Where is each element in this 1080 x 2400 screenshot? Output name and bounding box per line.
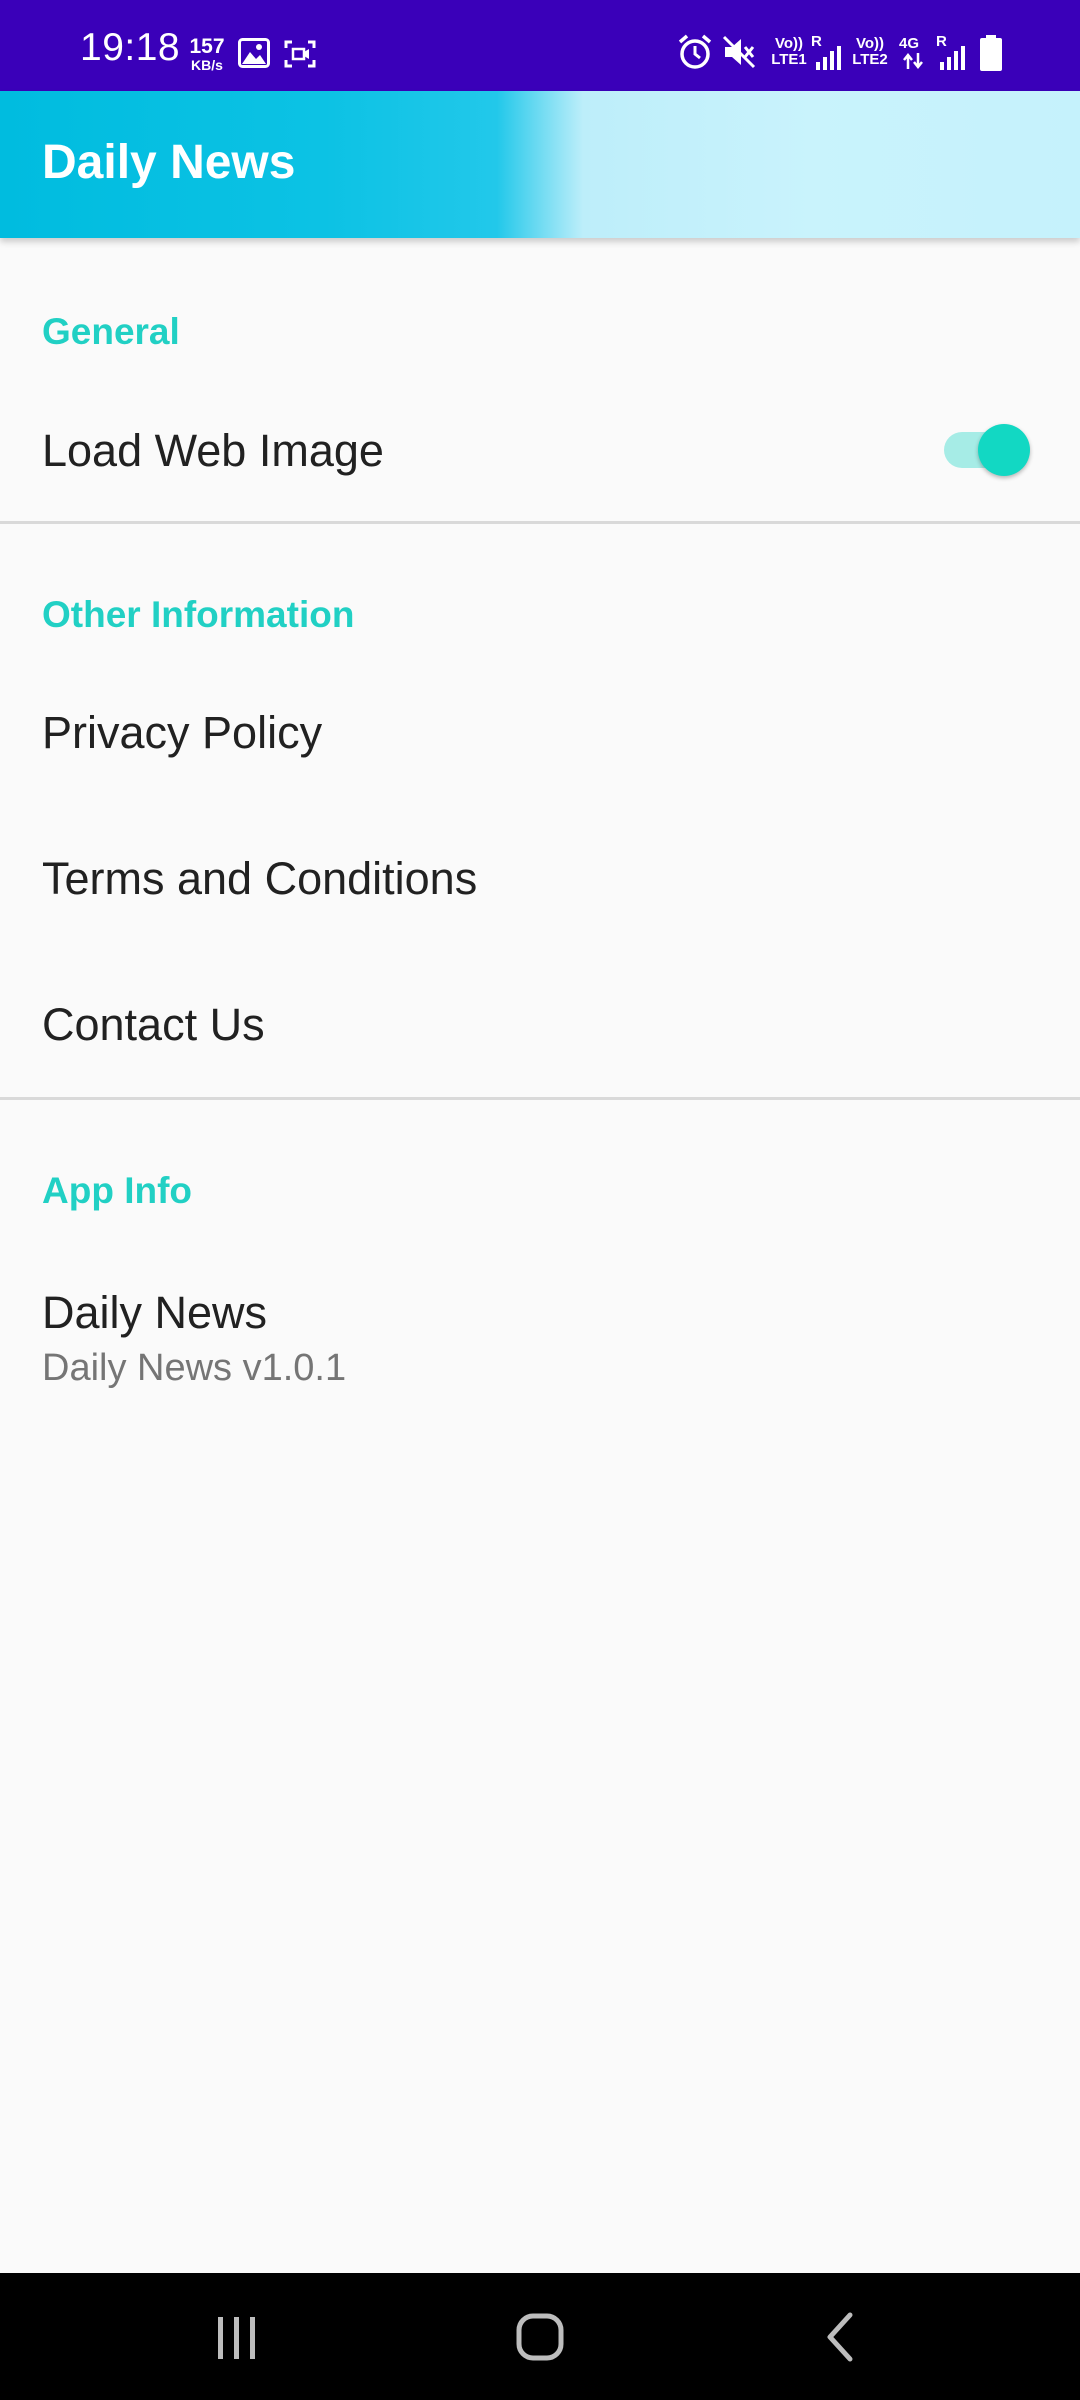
pref-app-version-title: Daily News	[42, 1287, 268, 1338]
section-header-app-info: App Info	[42, 1170, 193, 1211]
network-speed-value: 157	[189, 35, 225, 58]
home-icon[interactable]	[504, 2301, 576, 2373]
status-time: 19:18	[80, 26, 181, 69]
data-activity-icon	[902, 52, 924, 74]
section-header-general: General	[42, 311, 180, 352]
alarm-icon	[678, 34, 712, 75]
pref-contact-us[interactable]: Contact Us	[0, 952, 1080, 1098]
pref-app-version-summary: Daily News v1.0.1	[42, 1347, 347, 1389]
status-bar: 19:18 157 KB/s Vo)) LTE1 R Vo)) LTE2 4G …	[0, 0, 1080, 91]
sim2-network-label: 4G	[899, 35, 920, 52]
network-speed: 157 KB/s	[187, 36, 227, 72]
battery-icon	[980, 35, 1002, 76]
mute-icon	[722, 34, 756, 75]
section-divider	[0, 1097, 1080, 1100]
pref-terms-and-conditions-title: Terms and Conditions	[42, 853, 478, 904]
signal-icon	[940, 46, 966, 75]
section-header-other-information: Other Information	[42, 594, 355, 635]
pref-privacy-policy[interactable]: Privacy Policy	[0, 660, 1080, 806]
pref-app-version[interactable]: Daily News Daily News v1.0.1	[0, 1240, 1080, 1410]
load-web-image-switch[interactable]	[944, 424, 1030, 476]
pref-load-web-image-title: Load Web Image	[42, 425, 384, 476]
app-title: Daily News	[42, 136, 296, 189]
screen-record-icon	[284, 40, 316, 73]
pref-contact-us-title: Contact Us	[42, 999, 265, 1050]
pref-privacy-policy-title: Privacy Policy	[42, 707, 323, 758]
network-speed-unit: KB/s	[191, 57, 223, 73]
gallery-icon	[238, 38, 270, 73]
recent-apps-icon[interactable]	[201, 2301, 273, 2373]
back-icon[interactable]	[806, 2301, 878, 2373]
switch-thumb	[978, 424, 1030, 476]
sim2-volte-label: Vo)) LTE2	[852, 35, 888, 68]
navigation-bar	[0, 2273, 1080, 2400]
section-divider	[0, 521, 1080, 524]
pref-terms-and-conditions[interactable]: Terms and Conditions	[0, 806, 1080, 952]
signal-icon	[816, 46, 842, 75]
pref-load-web-image[interactable]: Load Web Image	[0, 380, 1080, 520]
app-bar: Daily News	[0, 91, 1080, 238]
sim1-volte-label: Vo)) LTE1	[771, 35, 807, 68]
